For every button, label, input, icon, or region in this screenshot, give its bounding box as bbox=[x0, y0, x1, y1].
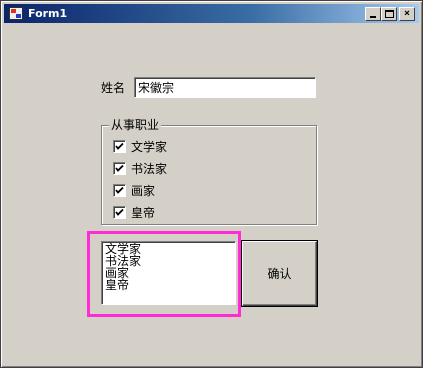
maximize-button[interactable] bbox=[381, 7, 397, 21]
listbox-content: 文学家 书法家 画家 皇帝 bbox=[105, 243, 141, 291]
maximize-icon bbox=[385, 10, 394, 18]
name-label: 姓名 bbox=[101, 81, 126, 95]
close-icon: × bbox=[403, 8, 411, 19]
occupation-group-legend: 从事职业 bbox=[109, 118, 162, 132]
title-bar[interactable]: Form1 × bbox=[4, 4, 419, 23]
checkbox-label: 文学家 bbox=[131, 140, 168, 154]
checkbox-box[interactable] bbox=[113, 140, 126, 153]
name-input[interactable] bbox=[134, 77, 316, 98]
confirm-button[interactable]: 确认 bbox=[242, 241, 317, 306]
checkbox-box[interactable] bbox=[113, 162, 126, 175]
check-icon bbox=[115, 164, 124, 172]
list-item[interactable]: 皇帝 bbox=[105, 279, 141, 291]
check-icon bbox=[115, 186, 124, 194]
checkbox-box[interactable] bbox=[113, 206, 126, 219]
app-icon[interactable] bbox=[9, 7, 23, 20]
close-button[interactable]: × bbox=[399, 7, 415, 21]
form1-window: Form1 × 姓名 从事职业 文学家 书法家 画家 皇帝 文学家 书法家 bbox=[0, 0, 423, 368]
checkbox-box[interactable] bbox=[113, 184, 126, 197]
result-listbox[interactable]: 文学家 书法家 画家 皇帝 bbox=[101, 241, 236, 305]
checkbox-label: 皇帝 bbox=[131, 206, 156, 220]
minimize-button[interactable] bbox=[365, 7, 381, 21]
minimize-icon bbox=[370, 16, 376, 18]
window-title: Form1 bbox=[28, 7, 68, 20]
check-icon bbox=[115, 208, 124, 216]
checkbox-label: 画家 bbox=[131, 184, 156, 198]
check-icon bbox=[115, 142, 124, 150]
checkbox-label: 书法家 bbox=[131, 162, 168, 176]
